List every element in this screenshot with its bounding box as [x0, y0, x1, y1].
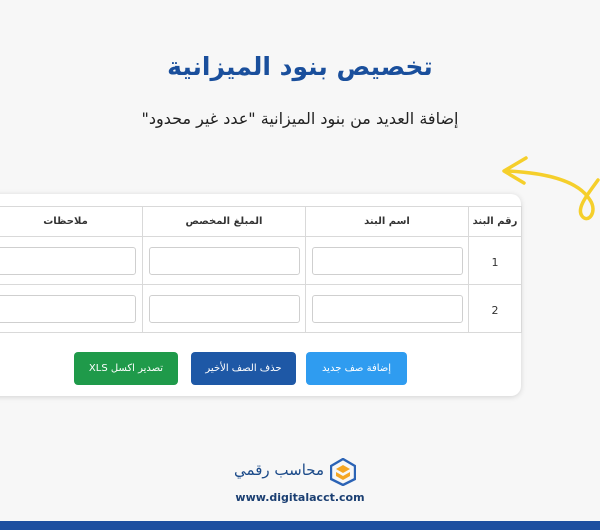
amount-cell	[142, 236, 306, 285]
brand-name: محاسب رقمي	[234, 461, 324, 479]
column-header-notes: ملاحظات	[0, 206, 143, 237]
page-title: تخصيص بنود الميزانية	[167, 52, 433, 81]
cube-logo-icon	[330, 458, 356, 486]
budget-items-table: رقم البند اسم البند المبلغ المخصص ملاحظا…	[0, 206, 522, 333]
page-subtitle: إضافة العديد من بنود الميزانية "عدد غير …	[141, 109, 459, 128]
website-link[interactable]: www.digitalacct.com	[0, 491, 600, 504]
table-row: 2	[0, 284, 522, 333]
allocated-amount-input[interactable]	[148, 246, 300, 275]
bottom-accent-bar	[0, 521, 600, 530]
row-number: 2	[491, 304, 499, 317]
notes-cell	[0, 236, 143, 285]
column-header-allocated-amount: المبلغ المخصص	[142, 206, 306, 237]
add-row-button[interactable]: إضافة صف جديد	[306, 352, 407, 385]
column-header-item-number: رقم البند	[468, 206, 522, 237]
row-number-cell: 2	[468, 284, 522, 333]
row-number: 1	[491, 256, 499, 269]
amount-cell	[142, 284, 306, 333]
notes-input[interactable]	[0, 246, 136, 275]
allocated-amount-input[interactable]	[148, 294, 300, 323]
notes-cell	[0, 284, 143, 333]
column-header-item-name: اسم البند	[305, 206, 469, 237]
delete-last-row-button[interactable]: حذف الصف الأخير	[191, 352, 296, 385]
export-xls-button[interactable]: تصدير اكسل XLS	[74, 352, 178, 385]
table-row: 1	[0, 236, 522, 285]
row-number-cell: 1	[468, 236, 522, 285]
item-name-input[interactable]	[311, 294, 463, 323]
notes-input[interactable]	[0, 294, 136, 323]
table-header-row: رقم البند اسم البند المبلغ المخصص ملاحظا…	[0, 206, 522, 237]
item-name-cell	[305, 284, 469, 333]
item-name-input[interactable]	[311, 246, 463, 275]
item-name-cell	[305, 236, 469, 285]
